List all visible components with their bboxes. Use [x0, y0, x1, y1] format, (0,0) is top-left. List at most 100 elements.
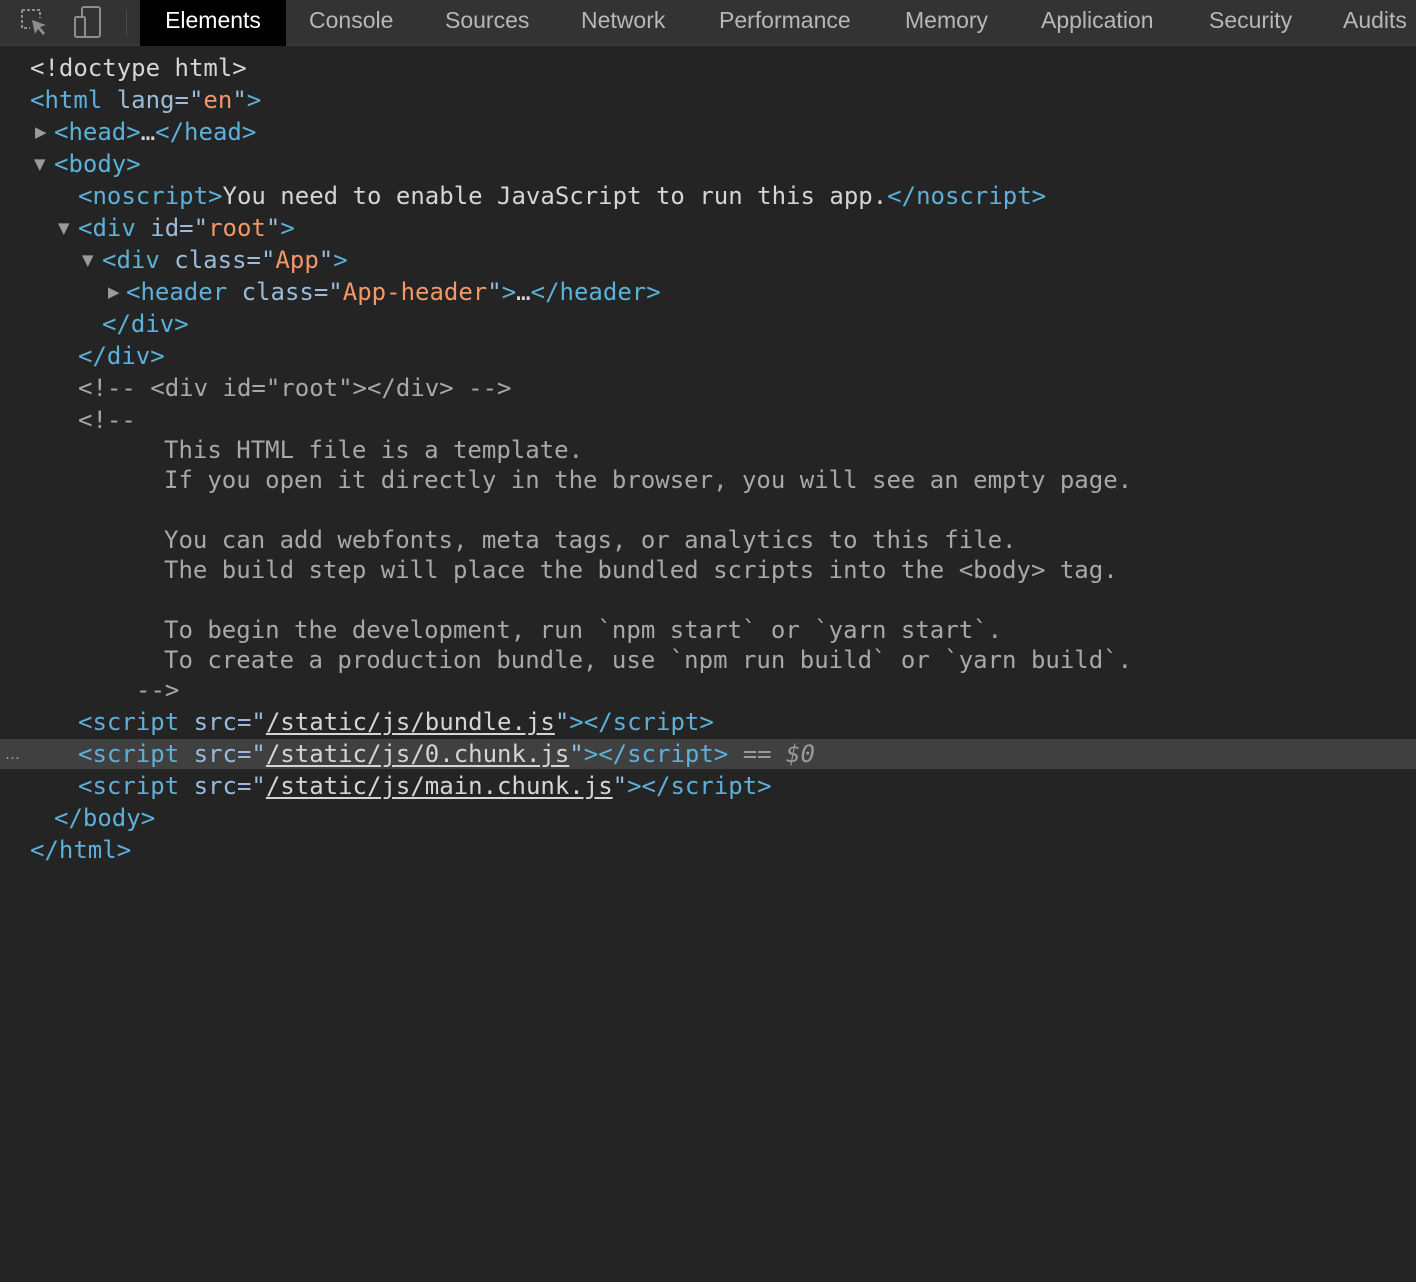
- head-open-tag: <head>: [54, 118, 141, 146]
- dom-node-body-close[interactable]: </body>: [0, 802, 1416, 834]
- comment-line: This HTML file is a template.: [164, 436, 584, 464]
- html-tag-name: html: [44, 86, 103, 114]
- expand-arrow-icon[interactable]: ▶: [35, 116, 47, 148]
- collapse-arrow-icon[interactable]: ▼: [82, 244, 94, 276]
- html-close-bracket: >: [246, 86, 262, 114]
- html-open-bracket: <: [30, 86, 45, 114]
- collapse-arrow-icon[interactable]: ▼: [58, 212, 70, 244]
- device-toolbar-icon[interactable]: [71, 3, 105, 41]
- dom-node-app-div[interactable]: ▼ <div class="App">: [0, 244, 1416, 276]
- dom-node-body[interactable]: ▼ <body>: [0, 148, 1416, 180]
- app-div-close-tag: </div>: [102, 310, 189, 338]
- tab-performance[interactable]: Performance: [719, 0, 851, 46]
- tab-elements[interactable]: Elements: [140, 0, 286, 46]
- html-attr-name: lang: [116, 86, 175, 114]
- row-menu-icon[interactable]: …: [5, 739, 21, 769]
- dom-node-app-div-close[interactable]: </div>: [0, 308, 1416, 340]
- root-attr-value: root: [208, 214, 266, 242]
- dom-node-html[interactable]: <html lang="en">: [0, 84, 1416, 116]
- dom-node-root-div[interactable]: ▼ <div id="root">: [0, 212, 1416, 244]
- dom-node-comment-inline[interactable]: <!-- <div id="root"></div> -->: [0, 372, 1416, 404]
- root-attr-quote: ": [265, 214, 281, 242]
- selected-node-marker: == $0: [742, 740, 815, 768]
- app-attr-quote: ": [318, 246, 334, 274]
- tab-network[interactable]: Network: [581, 0, 665, 46]
- dom-node-script-chunk-selected[interactable]: … <script src="/static/js/0.chunk.js"></…: [0, 739, 1416, 769]
- dom-node-script-main[interactable]: <script src="/static/js/main.chunk.js"><…: [0, 770, 1416, 802]
- app-tag-name: div: [116, 246, 160, 274]
- dom-node-head[interactable]: ▶ <head>…</head>: [0, 116, 1416, 148]
- dom-node-doctype[interactable]: <!doctype html>: [0, 52, 1416, 84]
- html-close-tag: </html>: [30, 836, 132, 864]
- dom-node-script-bundle[interactable]: <script src="/static/js/bundle.js"></scr…: [0, 706, 1416, 738]
- script-attr-quote: ": [569, 740, 584, 768]
- comment-inline-text: <!-- <div id="root"></div> -->: [78, 374, 512, 402]
- script-src-link[interactable]: /static/js/main.chunk.js: [266, 772, 613, 800]
- script-src-link[interactable]: /static/js/0.chunk.js: [266, 740, 569, 768]
- script-attr-src: src=": [193, 740, 266, 768]
- devtools-panel: Elements Console Sources Network Perform…: [0, 0, 1416, 1282]
- devtools-toolbar: Elements Console Sources Network Perform…: [0, 0, 1416, 46]
- header-attr-quote: ": [487, 278, 502, 306]
- header-close-bracket: >: [501, 278, 517, 306]
- root-div-close-tag: </div>: [78, 342, 165, 370]
- noscript-text: You need to enable JavaScript to run thi…: [222, 182, 888, 210]
- expand-arrow-icon[interactable]: ▶: [108, 276, 120, 308]
- root-tag-name: div: [92, 214, 136, 242]
- app-close-bracket: >: [333, 246, 348, 274]
- dom-node-noscript[interactable]: <noscript>You need to enable JavaScript …: [0, 180, 1416, 212]
- head-close-tag: </head>: [155, 118, 257, 146]
- dom-node-root-div-close[interactable]: </div>: [0, 340, 1416, 372]
- tab-sources[interactable]: Sources: [445, 0, 529, 46]
- app-open-bracket: <: [102, 246, 117, 274]
- header-ellipsis[interactable]: …: [516, 278, 530, 306]
- header-tag-name: header: [140, 278, 228, 306]
- body-close-tag: </body>: [54, 804, 156, 832]
- html-attr-quote: ": [232, 86, 247, 114]
- header-attr-eq: =": [313, 278, 343, 306]
- script-open-bracket: <script: [78, 708, 180, 736]
- comment-line: To create a production bundle, use `npm …: [164, 646, 1133, 674]
- root-open-bracket: <: [78, 214, 93, 242]
- noscript-open-tag: <noscript>: [78, 182, 223, 210]
- tab-security[interactable]: Security: [1209, 0, 1292, 46]
- comment-line: To begin the development, run `npm start…: [164, 616, 1003, 644]
- app-attr-value: App: [275, 246, 319, 274]
- header-open-bracket: <: [126, 278, 141, 306]
- toolbar-divider: [126, 10, 127, 36]
- tab-application[interactable]: Application: [1041, 0, 1154, 46]
- comment-line: If you open it directly in the browser, …: [164, 466, 1133, 494]
- script-open-bracket: <script: [78, 772, 180, 800]
- tab-memory[interactable]: Memory: [905, 0, 988, 46]
- script-src-link[interactable]: /static/js/bundle.js: [266, 708, 555, 736]
- dom-node-html-close[interactable]: </html>: [0, 834, 1416, 866]
- header-attr-name: class: [241, 278, 314, 306]
- tab-console[interactable]: Console: [309, 0, 393, 46]
- body-open-tag: <body>: [54, 150, 141, 178]
- dom-node-header[interactable]: ▶ <header class="App-header">…</header>: [0, 276, 1416, 308]
- html-attr-eq: =": [174, 86, 204, 114]
- collapse-arrow-icon[interactable]: ▼: [34, 148, 46, 180]
- script-attr-quote: ": [554, 708, 570, 736]
- comment-line: You can add webfonts, meta tags, or anal…: [164, 526, 1017, 554]
- script-attr-quote: ": [612, 772, 628, 800]
- script-close-tags: ></script>: [569, 708, 714, 736]
- script-close-tags: ></script>: [627, 772, 772, 800]
- dom-node-comment-block[interactable]: <!--: [0, 404, 1416, 436]
- doctype-text: <!doctype html>: [30, 54, 247, 82]
- root-attr-name: id: [150, 214, 180, 242]
- comment-block-open: <!--: [78, 406, 136, 434]
- header-attr-value: App-header: [342, 278, 488, 306]
- root-close-bracket: >: [280, 214, 295, 242]
- script-attr-src: src=": [193, 708, 266, 736]
- comment-block-close: -->: [136, 676, 180, 704]
- header-close-tag: </header>: [530, 278, 661, 306]
- noscript-close-tag: </noscript>: [887, 182, 1047, 210]
- head-ellipsis[interactable]: …: [141, 118, 155, 146]
- root-attr-eq: =": [179, 214, 209, 242]
- tab-audits[interactable]: Audits: [1343, 0, 1407, 46]
- app-attr-eq: =": [246, 246, 276, 274]
- app-attr-name: class: [174, 246, 247, 274]
- dom-tree: <!doctype html> <html lang="en"> ▶ <head…: [0, 46, 1416, 1282]
- inspect-element-icon[interactable]: [17, 3, 51, 41]
